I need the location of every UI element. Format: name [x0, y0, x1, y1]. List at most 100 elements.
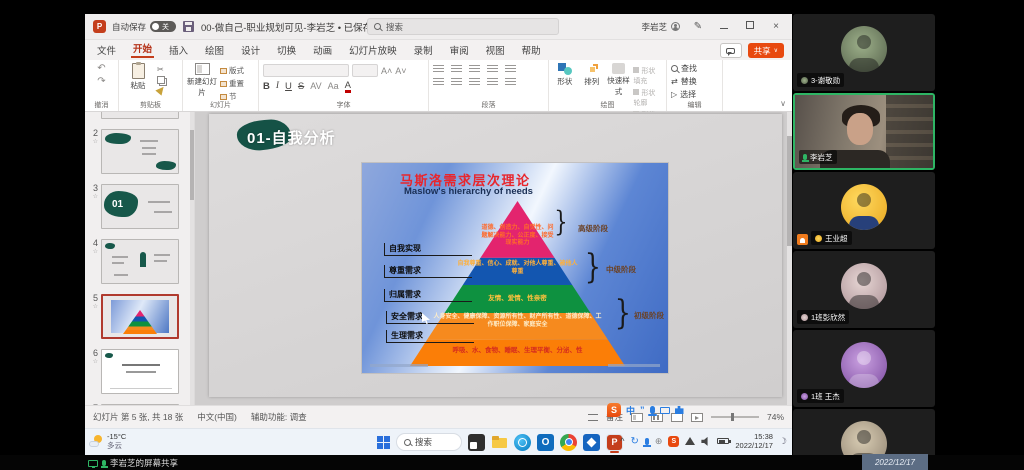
ime-mic-icon[interactable] — [650, 406, 655, 414]
start-button[interactable] — [377, 436, 390, 449]
tab-view[interactable]: 视图 — [484, 42, 507, 58]
taskbar-clock[interactable]: 15:38 2022/12/17 — [735, 432, 773, 451]
cut-icon[interactable]: ✂ — [157, 65, 165, 74]
participant-tile-4[interactable]: 1班彭欣然 — [793, 251, 935, 328]
slide[interactable]: 01-自我分析 马斯洛需求层次理论 Maslow's hierarchy of … — [209, 114, 782, 397]
scroll-thumb[interactable] — [787, 136, 792, 246]
strikethrough-button[interactable]: S — [298, 81, 304, 92]
tray-chevron-up[interactable]: ^ — [620, 436, 624, 446]
speaker-icon[interactable] — [701, 437, 711, 446]
change-case-icon[interactable]: Aa — [328, 81, 339, 91]
slideshow-button[interactable] — [691, 413, 703, 422]
tab-design[interactable]: 设计 — [239, 42, 262, 58]
font-color-button[interactable]: A — [345, 80, 351, 93]
participant-tile-3[interactable]: 王业超 — [793, 172, 935, 249]
layout-button[interactable]: 版式 — [220, 65, 244, 76]
moon-icon[interactable]: ☽ — [779, 436, 787, 447]
battery-icon[interactable] — [717, 438, 729, 444]
character-spacing-icon[interactable]: AV — [310, 81, 321, 91]
participant-tile-2-active-speaker[interactable]: 李岩芝 — [793, 93, 935, 170]
account-chip[interactable]: 李岩芝 — [641, 21, 680, 33]
indent-decrease-icon[interactable] — [469, 65, 480, 73]
slide-thumb-1-partial[interactable] — [101, 112, 179, 119]
shrink-font-icon[interactable]: A˅ — [395, 66, 406, 76]
font-size-select[interactable] — [352, 64, 378, 77]
shape-fill-button[interactable]: 形状填充 — [633, 66, 662, 86]
slide-thumb-3[interactable]: 01 — [101, 184, 179, 229]
find-button[interactable]: 查找 — [671, 63, 718, 74]
tab-record[interactable]: 录制 — [412, 42, 435, 58]
new-slide-button[interactable]: 新建幻灯片 — [187, 63, 217, 100]
chrome-icon[interactable] — [560, 434, 577, 451]
bold-button[interactable]: B — [263, 81, 270, 92]
align-right-icon[interactable] — [469, 78, 480, 86]
tab-transitions[interactable]: 切换 — [275, 42, 298, 58]
scroll-thumb[interactable] — [190, 130, 194, 200]
underline-button[interactable]: U — [285, 81, 292, 92]
taskbar-search[interactable]: 搜索 — [396, 433, 462, 451]
comments-button[interactable] — [720, 43, 742, 58]
italic-button[interactable]: I — [276, 81, 279, 91]
sogou-logo-icon[interactable]: S — [607, 403, 621, 417]
task-view-button[interactable] — [468, 434, 485, 451]
copy-icon[interactable] — [157, 76, 165, 84]
minimize-button[interactable] — [716, 21, 732, 32]
weather-widget[interactable]: -15°C多云 — [89, 432, 126, 450]
participant-tile-1[interactable]: 3-谢敬勋 — [793, 14, 935, 91]
photos-app-icon[interactable] — [583, 434, 600, 451]
numbering-icon[interactable] — [451, 65, 462, 73]
grow-font-icon[interactable]: A˄ — [381, 66, 392, 76]
tab-insert[interactable]: 插入 — [167, 42, 190, 58]
font-name-select[interactable] — [263, 64, 349, 77]
meeting-app-icon[interactable] — [514, 434, 531, 451]
align-center-icon[interactable] — [451, 78, 462, 86]
tab-file[interactable]: 文件 — [95, 42, 118, 58]
shapes-button[interactable]: 形状 — [553, 63, 577, 100]
autosave-toggle[interactable]: 自动保存 关 — [112, 21, 176, 33]
zoom-percent[interactable]: 74% — [767, 412, 784, 422]
file-explorer-icon[interactable] — [491, 434, 508, 451]
sogou-tray-icon[interactable]: S — [668, 436, 679, 447]
search-input[interactable]: 搜索 — [367, 18, 559, 35]
save-icon[interactable] — [183, 21, 194, 32]
tab-home[interactable]: 开始 — [131, 40, 154, 58]
globe-icon[interactable]: ⊕ — [655, 436, 663, 447]
ime-keyboard-icon[interactable] — [660, 407, 670, 414]
wifi-icon[interactable] — [685, 437, 695, 445]
justify-icon[interactable] — [487, 78, 498, 86]
tab-help[interactable]: 帮助 — [520, 42, 543, 58]
ime-mode-chinese[interactable]: 中 — [626, 404, 635, 417]
arrange-button[interactable]: 排列 — [580, 63, 604, 100]
zoom-slider[interactable] — [711, 416, 759, 418]
columns-icon[interactable] — [505, 78, 516, 86]
outlook-icon[interactable]: O — [537, 434, 554, 451]
zoom-slider-thumb[interactable] — [731, 413, 734, 421]
quick-styles-button[interactable]: 快速样式 — [607, 63, 631, 100]
canvas-scrollbar[interactable] — [787, 112, 792, 405]
autosave-switch[interactable]: 关 — [150, 21, 176, 32]
participant-tile-6[interactable]: 4-穆海麦提艾力 — [793, 409, 935, 455]
tab-draw[interactable]: 绘图 — [203, 42, 226, 58]
slide-thumb-6[interactable] — [101, 349, 179, 394]
redo-icon[interactable]: ↷ — [97, 76, 105, 87]
tab-animations[interactable]: 动画 — [311, 42, 334, 58]
bullets-icon[interactable] — [433, 65, 444, 73]
maslow-figure[interactable]: 马斯洛需求层次理论 Maslow's hierarchy of needs 道德… — [361, 162, 669, 374]
tray-mic-icon[interactable] — [645, 438, 649, 445]
thumbnail-scrollbar[interactable] — [190, 112, 194, 405]
collapse-ribbon-icon[interactable]: ∨ — [780, 99, 786, 108]
reset-button[interactable]: 重置 — [220, 78, 244, 89]
accessibility-status[interactable]: 辅助功能: 调查 — [251, 411, 307, 423]
format-painter-icon[interactable] — [155, 84, 166, 95]
tab-review[interactable]: 审阅 — [448, 42, 471, 58]
sync-icon[interactable]: ↻ — [630, 436, 638, 447]
align-left-icon[interactable] — [433, 78, 444, 86]
tab-slideshow[interactable]: 幻灯片放映 — [347, 42, 399, 58]
ime-toolbox-icon[interactable] — [675, 406, 684, 414]
slide-thumb-5-selected[interactable] — [101, 294, 179, 339]
replace-button[interactable]: ⇄替换 — [671, 76, 718, 87]
close-button[interactable]: × — [768, 21, 784, 32]
undo-icon[interactable]: ↶ — [97, 63, 105, 74]
participant-tile-5[interactable]: 1班 王杰 — [793, 330, 935, 407]
pencil-icon[interactable]: ✎ — [690, 21, 706, 32]
